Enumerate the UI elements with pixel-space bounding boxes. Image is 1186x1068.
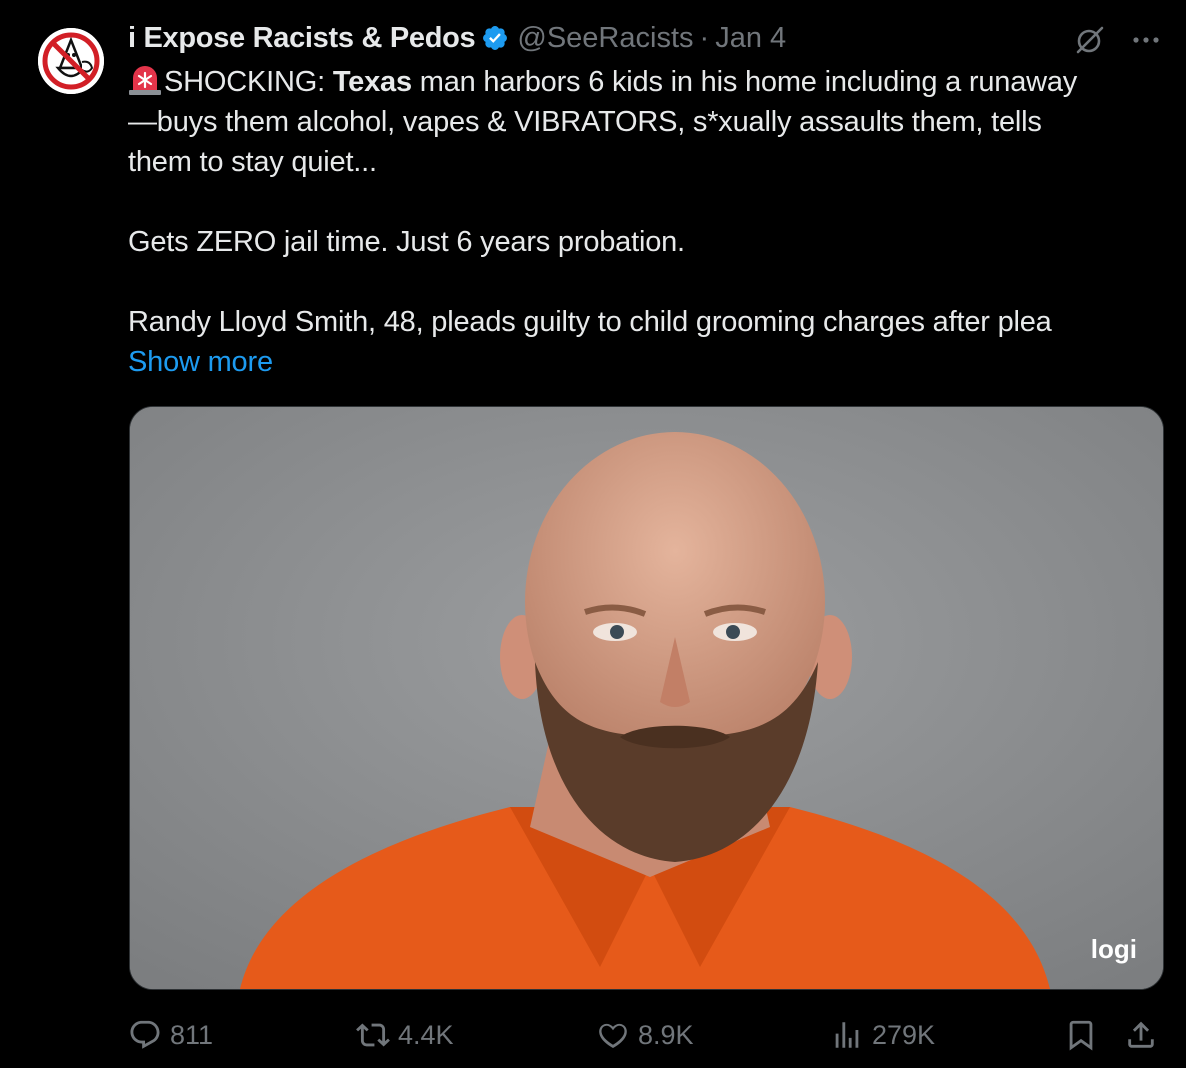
tweet-line-1-a: SHOCKING: <box>164 66 333 98</box>
reply-button[interactable]: 811 <box>128 1010 213 1060</box>
verified-badge-icon[interactable] <box>481 24 509 52</box>
header-separator: · <box>699 21 710 54</box>
tweet-line-2: —buys them alcohol, vapes & VIBRATORS, s… <box>128 106 1042 138</box>
views-icon <box>835 1022 859 1048</box>
bookmark-icon <box>1069 1020 1093 1051</box>
tweet-line-1: SHOCKING: Texas man harbors 6 kids in hi… <box>128 62 1158 102</box>
display-name[interactable]: i Expose Racists & Pedos <box>128 22 476 55</box>
user-handle[interactable]: @SeeRacists <box>517 22 693 55</box>
media-watermark: logi <box>1090 934 1137 964</box>
tweet-line-5: Randy Lloyd Smith, 48, pleads guilty to … <box>128 306 1052 338</box>
tweet: i Expose Racists & Pedos @SeeRacists · J… <box>0 0 1186 1068</box>
share-icon <box>1128 1021 1154 1048</box>
like-icon <box>599 1023 627 1049</box>
tweet-header: i Expose Racists & Pedos @SeeRacists · J… <box>128 20 786 56</box>
like-button[interactable]: 8.9K <box>596 1010 694 1060</box>
like-count: 8.9K <box>638 1019 694 1050</box>
tweet-line-4: Gets ZERO jail time. Just 6 years probat… <box>128 226 685 258</box>
bookmark-button[interactable] <box>1064 1010 1098 1060</box>
tweet-date[interactable]: Jan 4 <box>715 22 786 55</box>
tweet-line-3: them to stay quiet... <box>128 146 377 178</box>
grok-icon[interactable] <box>1072 22 1108 58</box>
reply-icon <box>130 1020 160 1049</box>
views-count: 279K <box>872 1019 936 1050</box>
siren-emoji-icon <box>128 64 162 96</box>
retweet-icon <box>356 1023 390 1047</box>
avatar-image <box>38 28 104 94</box>
action-bar: 811 4.4K 8.9K 279K <box>128 1010 1164 1060</box>
tweet-text: SHOCKING: Texas man harbors 6 kids in hi… <box>128 62 1158 382</box>
views-button[interactable]: 279K <box>830 1010 935 1060</box>
show-more-link[interactable]: Show more <box>128 342 1158 382</box>
retweet-button[interactable]: 4.4K <box>356 1010 454 1060</box>
tweet-line-1-b: man harbors 6 kids in his home including… <box>411 66 1078 98</box>
retweet-count: 4.4K <box>398 1019 454 1050</box>
avatar[interactable] <box>38 28 104 94</box>
tweet-line-1-bold: Texas <box>332 66 412 98</box>
mugshot-photo <box>130 407 1163 989</box>
more-icon[interactable] <box>1128 22 1164 58</box>
reply-count: 811 <box>170 1019 214 1050</box>
tweet-media-image[interactable]: logi <box>129 406 1164 990</box>
share-button[interactable] <box>1124 1010 1158 1060</box>
